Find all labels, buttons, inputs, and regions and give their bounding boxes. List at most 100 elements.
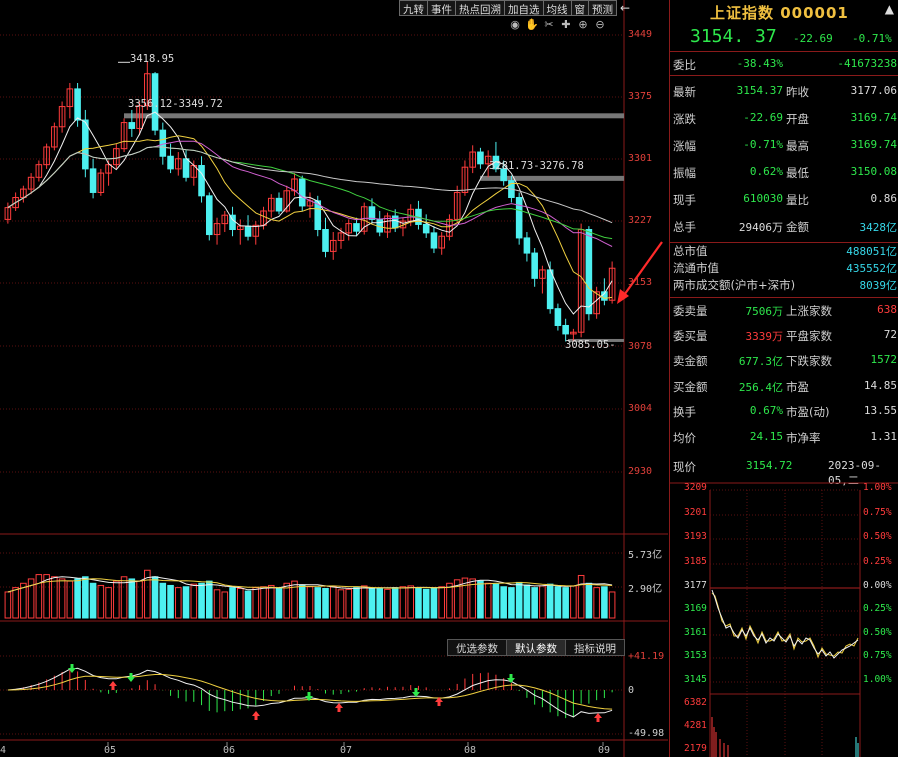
volume-tick: 2.90亿 bbox=[628, 584, 663, 595]
window-button[interactable]: 窗 bbox=[570, 0, 589, 16]
candle-body bbox=[182, 158, 190, 178]
stat-value: 72 bbox=[883, 328, 897, 341]
index-title[interactable]: 上证指数 000001 bbox=[710, 2, 849, 23]
eye-icon[interactable]: ◉ bbox=[508, 18, 522, 32]
forecast-button[interactable]: 预测 bbox=[588, 0, 617, 16]
stat-label: 涨幅 bbox=[673, 139, 696, 153]
hot-replay-button[interactable]: 热点回溯 bbox=[455, 0, 505, 16]
buy-signal-arrow bbox=[335, 703, 343, 712]
mini-pct-tick: 1.00% bbox=[863, 674, 892, 685]
sell-signal-arrow bbox=[507, 674, 515, 683]
stat-value: 14.85 bbox=[863, 379, 897, 392]
mini-pct-tick: 0.75% bbox=[863, 507, 892, 518]
scissor-icon[interactable]: ✂ bbox=[542, 18, 556, 32]
volume-bar bbox=[244, 590, 252, 619]
volume-bar bbox=[422, 588, 430, 619]
gap-zone bbox=[124, 113, 624, 119]
stat-label: 均价 bbox=[673, 431, 696, 445]
volume-bar bbox=[353, 587, 360, 619]
stat-value: 3154.37 bbox=[736, 84, 783, 97]
price-tick: 3004 bbox=[628, 403, 653, 414]
volume-bar bbox=[407, 585, 414, 619]
month-label: 09 bbox=[598, 745, 611, 756]
stat-value: 1.31 bbox=[870, 430, 898, 443]
macd-tick: +41.19 bbox=[628, 651, 665, 662]
candle-body bbox=[322, 229, 329, 252]
stat-value: 13.55 bbox=[863, 404, 897, 417]
intraday-mini-svg bbox=[670, 482, 898, 757]
stat-label: 开盘 bbox=[786, 112, 809, 126]
volume-bar bbox=[477, 580, 484, 619]
stat-row: 现手 610030 量比 0.86 bbox=[670, 189, 898, 209]
index-change: -22.69 bbox=[793, 32, 833, 45]
volume-bar bbox=[399, 586, 407, 619]
stat-label: 卖金额 bbox=[673, 354, 708, 368]
stat-value: 1572 bbox=[870, 353, 898, 366]
kline-chart[interactable]: 九转 事件 热点回溯 加自选 均线 窗 预测 ← ◉ ✋ ✂ ✚ ⊕ ⊖ 344… bbox=[0, 0, 668, 757]
stat-value: 24.15 bbox=[749, 430, 783, 443]
volume-bar bbox=[175, 587, 182, 619]
stat-value: 0.62% bbox=[749, 165, 783, 178]
stat-row: 总手 29406万 金额 3428亿 bbox=[670, 216, 898, 236]
volume-bar bbox=[213, 589, 221, 619]
stat-value: -41673238 bbox=[837, 57, 897, 70]
zoom-in-icon[interactable]: ⊕ bbox=[576, 18, 590, 32]
moving-average-button[interactable]: 均线 bbox=[542, 0, 572, 16]
caret-up-icon[interactable]: ▲ bbox=[885, 2, 894, 16]
zoom-out-icon[interactable]: ⊖ bbox=[593, 18, 607, 32]
month-label: 4 bbox=[0, 745, 7, 756]
volume-bar bbox=[539, 585, 546, 619]
volume-bar bbox=[577, 574, 585, 619]
volume-tick: 5.73亿 bbox=[628, 550, 663, 561]
macd-line bbox=[7, 674, 613, 710]
mini-pct-tick: 0.50% bbox=[863, 531, 892, 542]
stat-value: 3177.06 bbox=[850, 84, 897, 97]
candle-body bbox=[82, 119, 89, 170]
candle-body bbox=[128, 122, 136, 129]
candle-body bbox=[562, 324, 569, 335]
back-arrow-icon[interactable]: ← bbox=[617, 0, 633, 16]
volume-bar bbox=[337, 589, 345, 619]
volume-bar bbox=[601, 586, 608, 619]
mini-price-tick: 3201 bbox=[684, 507, 707, 518]
volume-bar bbox=[562, 587, 569, 619]
stat-value: 0.86 bbox=[870, 192, 898, 205]
mini-pct-tick: 0.25% bbox=[863, 556, 892, 567]
current-price-label: 现价 bbox=[673, 460, 696, 474]
stat-label: 两市成交额(沪市+深市) bbox=[673, 278, 796, 292]
volume-bar bbox=[500, 586, 507, 619]
stat-label: 市净率 bbox=[786, 431, 821, 445]
volume-bar bbox=[12, 587, 19, 619]
tab-optimal-params[interactable]: 优选参数 bbox=[447, 639, 507, 656]
hand-icon[interactable]: ✋ bbox=[525, 18, 539, 32]
stat-row: 委买量 3339万 平盘家数 72 bbox=[670, 325, 898, 345]
indicator-param-tabs: 优选参数 默认参数 指标说明 bbox=[447, 639, 625, 656]
volume-bar bbox=[430, 587, 438, 619]
intraday-mini-chart[interactable]: 3209 3201 3193 3185 3177 3169 3161 3153 3145 6382… bbox=[670, 478, 898, 757]
mini-price-tick: 3185 bbox=[684, 556, 707, 567]
section-divider bbox=[670, 75, 898, 76]
candle-body bbox=[89, 168, 97, 193]
events-button[interactable]: 事件 bbox=[427, 0, 456, 16]
volume-bar bbox=[360, 585, 368, 619]
volume-bar bbox=[554, 586, 562, 619]
volume-bar bbox=[221, 591, 229, 619]
volume-bar bbox=[546, 583, 554, 619]
volume-bar bbox=[206, 580, 213, 619]
nine-turn-button[interactable]: 九转 bbox=[399, 0, 428, 16]
stat-label: 总手 bbox=[673, 220, 696, 234]
volume-bar bbox=[182, 586, 190, 619]
mini-price-tick: 3169 bbox=[684, 603, 707, 614]
candle-body bbox=[167, 155, 174, 170]
stat-label: 最低 bbox=[786, 166, 809, 180]
stat-label: 振幅 bbox=[673, 166, 696, 180]
add-watchlist-button[interactable]: 加自选 bbox=[504, 0, 544, 16]
tab-default-params[interactable]: 默认参数 bbox=[506, 639, 566, 656]
volume-bar bbox=[376, 587, 384, 619]
tab-indicator-help[interactable]: 指标说明 bbox=[565, 639, 625, 656]
cross-icon[interactable]: ✚ bbox=[559, 18, 573, 32]
volume-bar bbox=[608, 591, 616, 619]
mini-price-tick: 3153 bbox=[684, 650, 707, 661]
candle-body bbox=[244, 225, 252, 237]
stat-row: 卖金额 677.3亿 下跌家数 1572 bbox=[670, 350, 898, 370]
